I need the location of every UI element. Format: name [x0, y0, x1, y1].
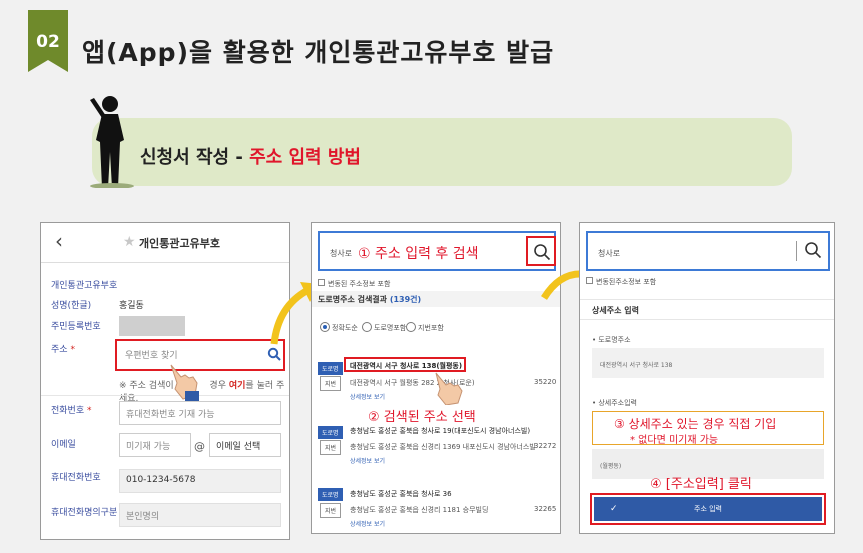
result-road-address[interactable]: 대전광역시 서구 청사로 138(월평동)	[350, 361, 462, 371]
address-search-box[interactable]: 청사로 ① 주소 입력 후 검색	[318, 231, 556, 271]
road-address-field: 대전광역시 서구 청사로 138	[592, 348, 824, 378]
result-road-address[interactable]: 충청남도 홍성군 홍북읍 청사로 36	[350, 489, 452, 499]
include-changed-checkbox[interactable]	[586, 277, 593, 284]
email-id-input[interactable]: 미기재 가능	[119, 433, 191, 457]
include-changed-label: 변동된주소정보 포함	[596, 278, 657, 286]
email-at-sign: @	[194, 440, 205, 453]
app-title: 개인통관고유부호	[139, 237, 220, 250]
section-number: 02	[36, 32, 60, 52]
divider	[41, 395, 289, 396]
divider	[796, 241, 797, 261]
result-lot-address: 충청남도 홍성군 홍북읍 신경리 1181 승무빌딩	[350, 506, 489, 514]
star-icon: ★	[123, 234, 136, 250]
here-link[interactable]: 여기	[229, 381, 246, 391]
sort-accuracy-label: 정확도순	[332, 324, 358, 332]
resident-number-masked	[119, 316, 185, 336]
detail-section-title: 상세주소 입력	[592, 306, 639, 315]
phone-screen-detail-address: 청사로 변동된주소정보 포함 상세주소 입력 • 도로명주소 대전광역시 서구 …	[579, 222, 835, 534]
search-query: 청사로	[598, 249, 621, 258]
result-zip: 32272	[534, 442, 557, 450]
step4-instruction: ④ [주소입력] 클릭	[650, 477, 752, 492]
sort-lot-radio[interactable]	[406, 322, 416, 332]
detail-link[interactable]: 상세정보 보기	[350, 392, 385, 401]
sort-road-radio[interactable]	[362, 322, 372, 332]
label-resident-number: 주민등록번호	[51, 322, 101, 332]
result-road-address[interactable]: 충청남도 홍성군 홍북읍 청사로 19(대포신도시 경남아너스빌)	[350, 426, 530, 436]
sort-road-label: 도로명포함	[374, 324, 407, 332]
email-domain-select[interactable]: 이메일 선택	[209, 433, 281, 457]
lot-tag: 지번	[320, 503, 342, 518]
address-search-box[interactable]: 청사로	[586, 231, 830, 271]
mobile-number-field: 010-1234-5678	[119, 469, 281, 493]
sort-accuracy-radio[interactable]	[320, 322, 330, 332]
search-icon	[534, 244, 551, 261]
result-title: 도로명주소 검색결과 (139건)	[318, 295, 422, 304]
step2-instruction: ② 검색된 주소 선택	[368, 410, 476, 425]
search-icon[interactable]	[267, 347, 281, 361]
detail-link[interactable]: 상세정보 보기	[350, 519, 385, 528]
result-zip: 35220	[534, 378, 557, 386]
divider	[580, 319, 834, 320]
divider	[580, 299, 834, 300]
search-query: 청사로	[330, 249, 353, 258]
detail-address-label: • 상세주소입력	[592, 399, 637, 407]
label-mobile-owner: 휴대전화명의구분	[51, 508, 118, 518]
page-title: 앱(App)을 활용한 개인통관고유부호 발급	[82, 38, 555, 67]
step3-note: * 없다면 미기재 가능	[630, 435, 719, 446]
app-header: ‹ ★ 개인통관고유부호	[41, 223, 289, 263]
pointing-hand-icon	[170, 364, 199, 401]
label-phone: 전화번호 *	[51, 406, 92, 416]
pointing-hand-icon	[435, 372, 463, 405]
road-tag: 도로명	[318, 362, 343, 375]
step3-instruction: ③ 상세주소 있는 경우 직접 기입	[614, 417, 777, 431]
road-address-label: • 도로명주소	[592, 336, 631, 344]
sort-lot-label: 지번포함	[418, 324, 444, 332]
lot-tag: 지번	[320, 376, 342, 391]
step1-instruction: ① 주소 입력 후 검색	[358, 246, 479, 262]
address-submit-button[interactable]: ✓ 주소 입력	[594, 497, 822, 521]
detail-link[interactable]: 상세정보 보기	[350, 456, 385, 465]
lot-tag: 지번	[320, 440, 342, 455]
label-email: 이메일	[51, 440, 76, 450]
search-icon[interactable]	[804, 241, 822, 259]
mobile-owner-field: 본인명의	[119, 503, 281, 527]
road-tag: 도로명	[318, 488, 343, 501]
check-icon: ✓	[610, 504, 618, 514]
name-value: 홍길동	[119, 301, 144, 311]
result-lot-address: 충청남도 홍성군 홍북읍 신경리 1369 내포신도시 경남아너스빌	[350, 443, 536, 451]
include-changed-checkbox[interactable]	[318, 279, 325, 286]
label-mobile: 휴대전화번호	[51, 473, 101, 483]
presenter-silhouette-icon	[90, 96, 134, 188]
subtitle: 신청서 작성 - 주소 입력 방법	[140, 147, 361, 168]
label-name: 성명(한글)	[51, 301, 92, 311]
label-customs-code: 개인통관고유부호	[51, 281, 118, 291]
phone-screen-application-form: ‹ ★ 개인통관고유부호 개인통관고유부호 성명(한글) 홍길동 주민등록번호 …	[40, 222, 290, 540]
phone-input[interactable]: 휴대전화번호 기재 가능	[119, 401, 281, 425]
label-address: 주소 *	[51, 345, 75, 355]
include-changed-label: 변동된 주소정보 포함	[328, 280, 391, 288]
result-zip: 32265	[534, 505, 557, 513]
road-tag: 도로명	[318, 426, 343, 439]
submit-highlight: ✓ 주소 입력	[590, 493, 826, 525]
back-arrow-icon[interactable]: ‹	[55, 229, 63, 253]
phone-screen-address-search: 청사로 ① 주소 입력 후 검색 변동된 주소정보 포함 도로명주소 검색결과 …	[311, 222, 561, 534]
